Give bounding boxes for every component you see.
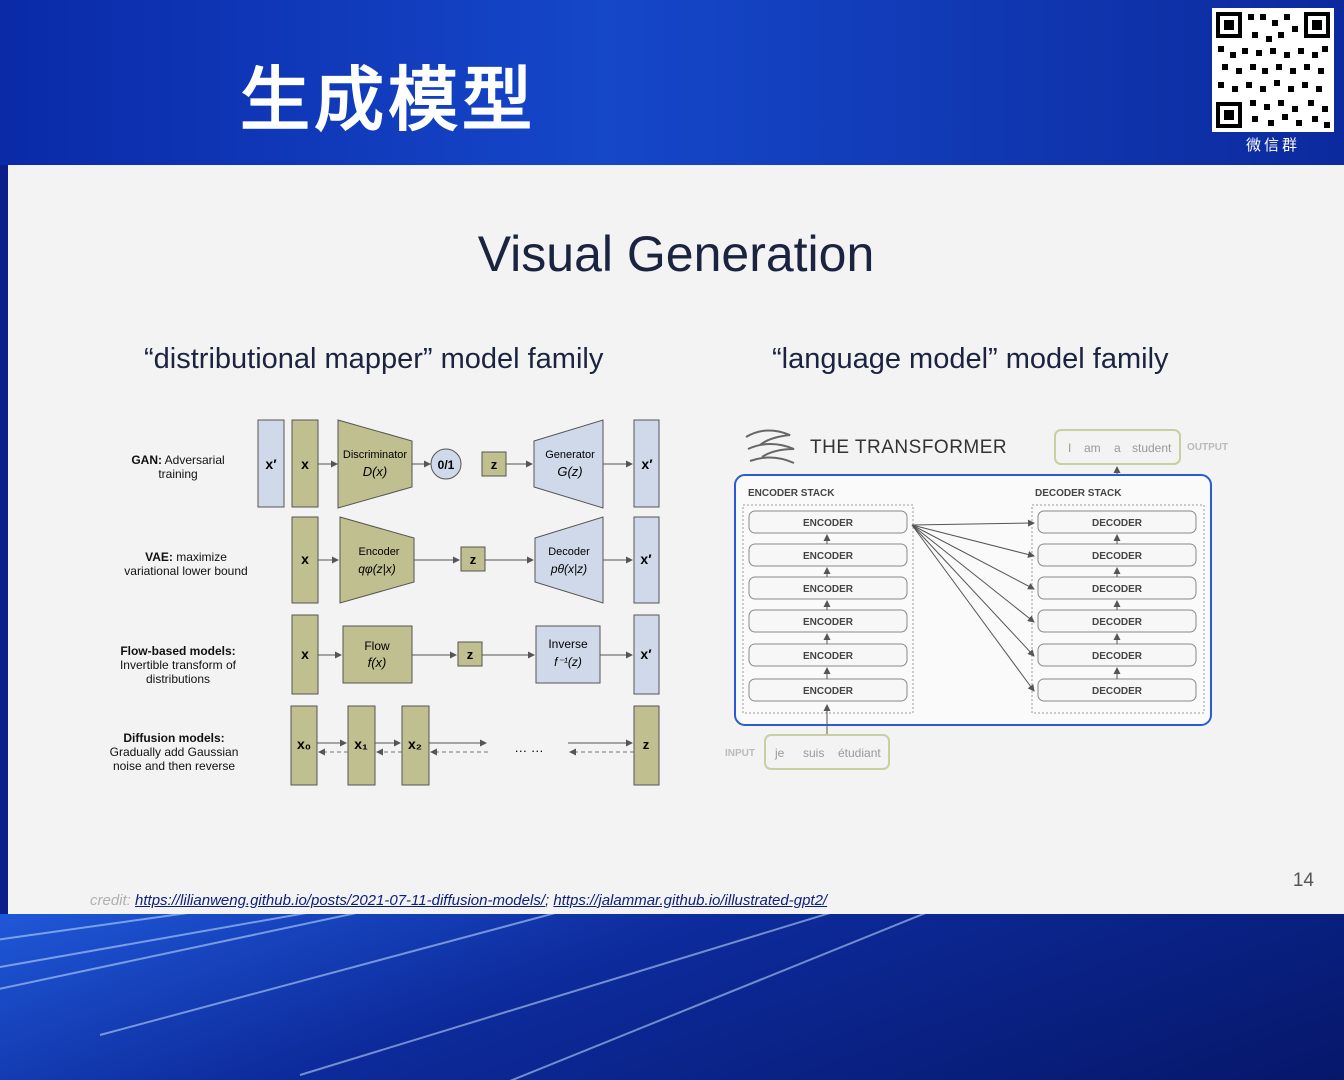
credit-label: credit: xyxy=(90,892,131,909)
encoder-block-label: ENCODER xyxy=(803,651,854,662)
decoder-stack-label: DECODER STACK xyxy=(1035,488,1122,499)
encoder-block-label: ENCODER xyxy=(803,686,854,697)
encoder-stack-label: ENCODER STACK xyxy=(748,488,835,499)
encoder-block-label: ENCODER xyxy=(803,584,854,595)
decoder-block-label: DECODER xyxy=(1092,518,1143,529)
qr-caption: 微信群 xyxy=(1245,136,1300,154)
decoder-block-label: DECODER xyxy=(1092,617,1143,628)
decoder-block-label: DECODER xyxy=(1092,584,1143,595)
output-token: I xyxy=(1068,441,1071,455)
output-token: a xyxy=(1114,441,1121,455)
transformer-diagram: THE TRANSFORMER I am a student OUTPUT EN… xyxy=(725,429,1228,770)
section-title: 生成模型 xyxy=(240,59,536,141)
input-token: suis xyxy=(803,746,824,760)
encoder-block-label: ENCODER xyxy=(803,617,854,628)
transformer-title: THE TRANSFORMER xyxy=(810,437,1007,458)
header-background xyxy=(0,0,1344,165)
output-label: OUTPUT xyxy=(1187,442,1228,453)
encoder-block-label: ENCODER xyxy=(803,551,854,562)
input-token: je xyxy=(774,746,785,760)
output-token: am xyxy=(1084,441,1101,455)
slide: Visual Generation “distributional mapper… xyxy=(8,165,1344,914)
qr-code-image xyxy=(1216,12,1330,128)
credit-separator: ; xyxy=(545,892,550,909)
output-token: student xyxy=(1132,441,1172,455)
decoder-block-label: DECODER xyxy=(1092,651,1143,662)
encoder-block-label: ENCODER xyxy=(803,518,854,529)
input-token: étudiant xyxy=(838,746,881,760)
footer-background xyxy=(0,914,1344,1080)
input-label: INPUT xyxy=(725,748,755,759)
decoder-block-label: DECODER xyxy=(1092,551,1143,562)
credit-link-1[interactable]: https://lilianweng.github.io/posts/2021-… xyxy=(135,892,545,909)
qr-code xyxy=(1212,8,1334,132)
decoder-block-label: DECODER xyxy=(1092,686,1143,697)
credit-link-2[interactable]: https://jalammar.github.io/illustrated-g… xyxy=(553,892,827,909)
transformer-logo-icon xyxy=(745,429,795,464)
page-number: 14 xyxy=(1292,870,1314,891)
credit-line: credit: https://lilianweng.github.io/pos… xyxy=(90,892,827,909)
